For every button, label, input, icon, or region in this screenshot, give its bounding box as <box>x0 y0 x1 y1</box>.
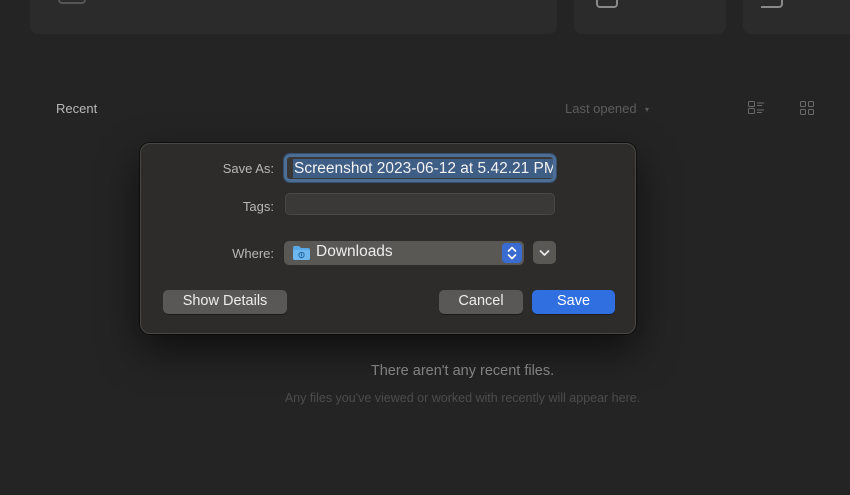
grid-view-icon[interactable] <box>800 101 814 115</box>
list-view-icon[interactable] <box>748 101 764 114</box>
save-as-input[interactable]: Screenshot 2023-06-12 at 5.42.21 PM <box>283 153 557 183</box>
template-icon <box>761 0 783 8</box>
show-details-button[interactable]: Show Details <box>163 290 287 314</box>
empty-state-title: There aren't any recent files. <box>370 363 555 379</box>
chevron-down-icon[interactable] <box>533 241 556 264</box>
top-card-template[interactable] <box>743 0 850 34</box>
sort-dropdown[interactable]: Last opened <box>565 101 637 116</box>
top-card-import[interactable] <box>574 0 726 34</box>
sort-caret-icon[interactable]: ▾ <box>645 105 649 114</box>
empty-state-subtitle: Any files you've viewed or worked with r… <box>284 391 641 405</box>
save-as-label: Save As: <box>222 161 274 176</box>
where-value: Downloads <box>316 243 393 260</box>
save-as-value[interactable]: Screenshot 2023-06-12 at 5.42.21 PM <box>293 159 553 178</box>
recent-heading: Recent <box>56 101 98 116</box>
cancel-button[interactable]: Cancel <box>439 290 523 314</box>
where-select[interactable]: Downloads <box>284 241 524 265</box>
save-button[interactable]: Save <box>532 290 615 314</box>
where-label: Where: <box>232 246 274 261</box>
top-card-main[interactable] <box>30 0 557 34</box>
tags-label: Tags: <box>242 199 274 214</box>
tags-input[interactable] <box>285 193 555 215</box>
folder-icon <box>293 246 310 260</box>
document-icon <box>58 0 86 4</box>
save-dialog: Save As: Screenshot 2023-06-12 at 5.42.2… <box>140 143 636 334</box>
import-icon <box>596 0 618 8</box>
stepper-icon[interactable] <box>502 243 522 263</box>
